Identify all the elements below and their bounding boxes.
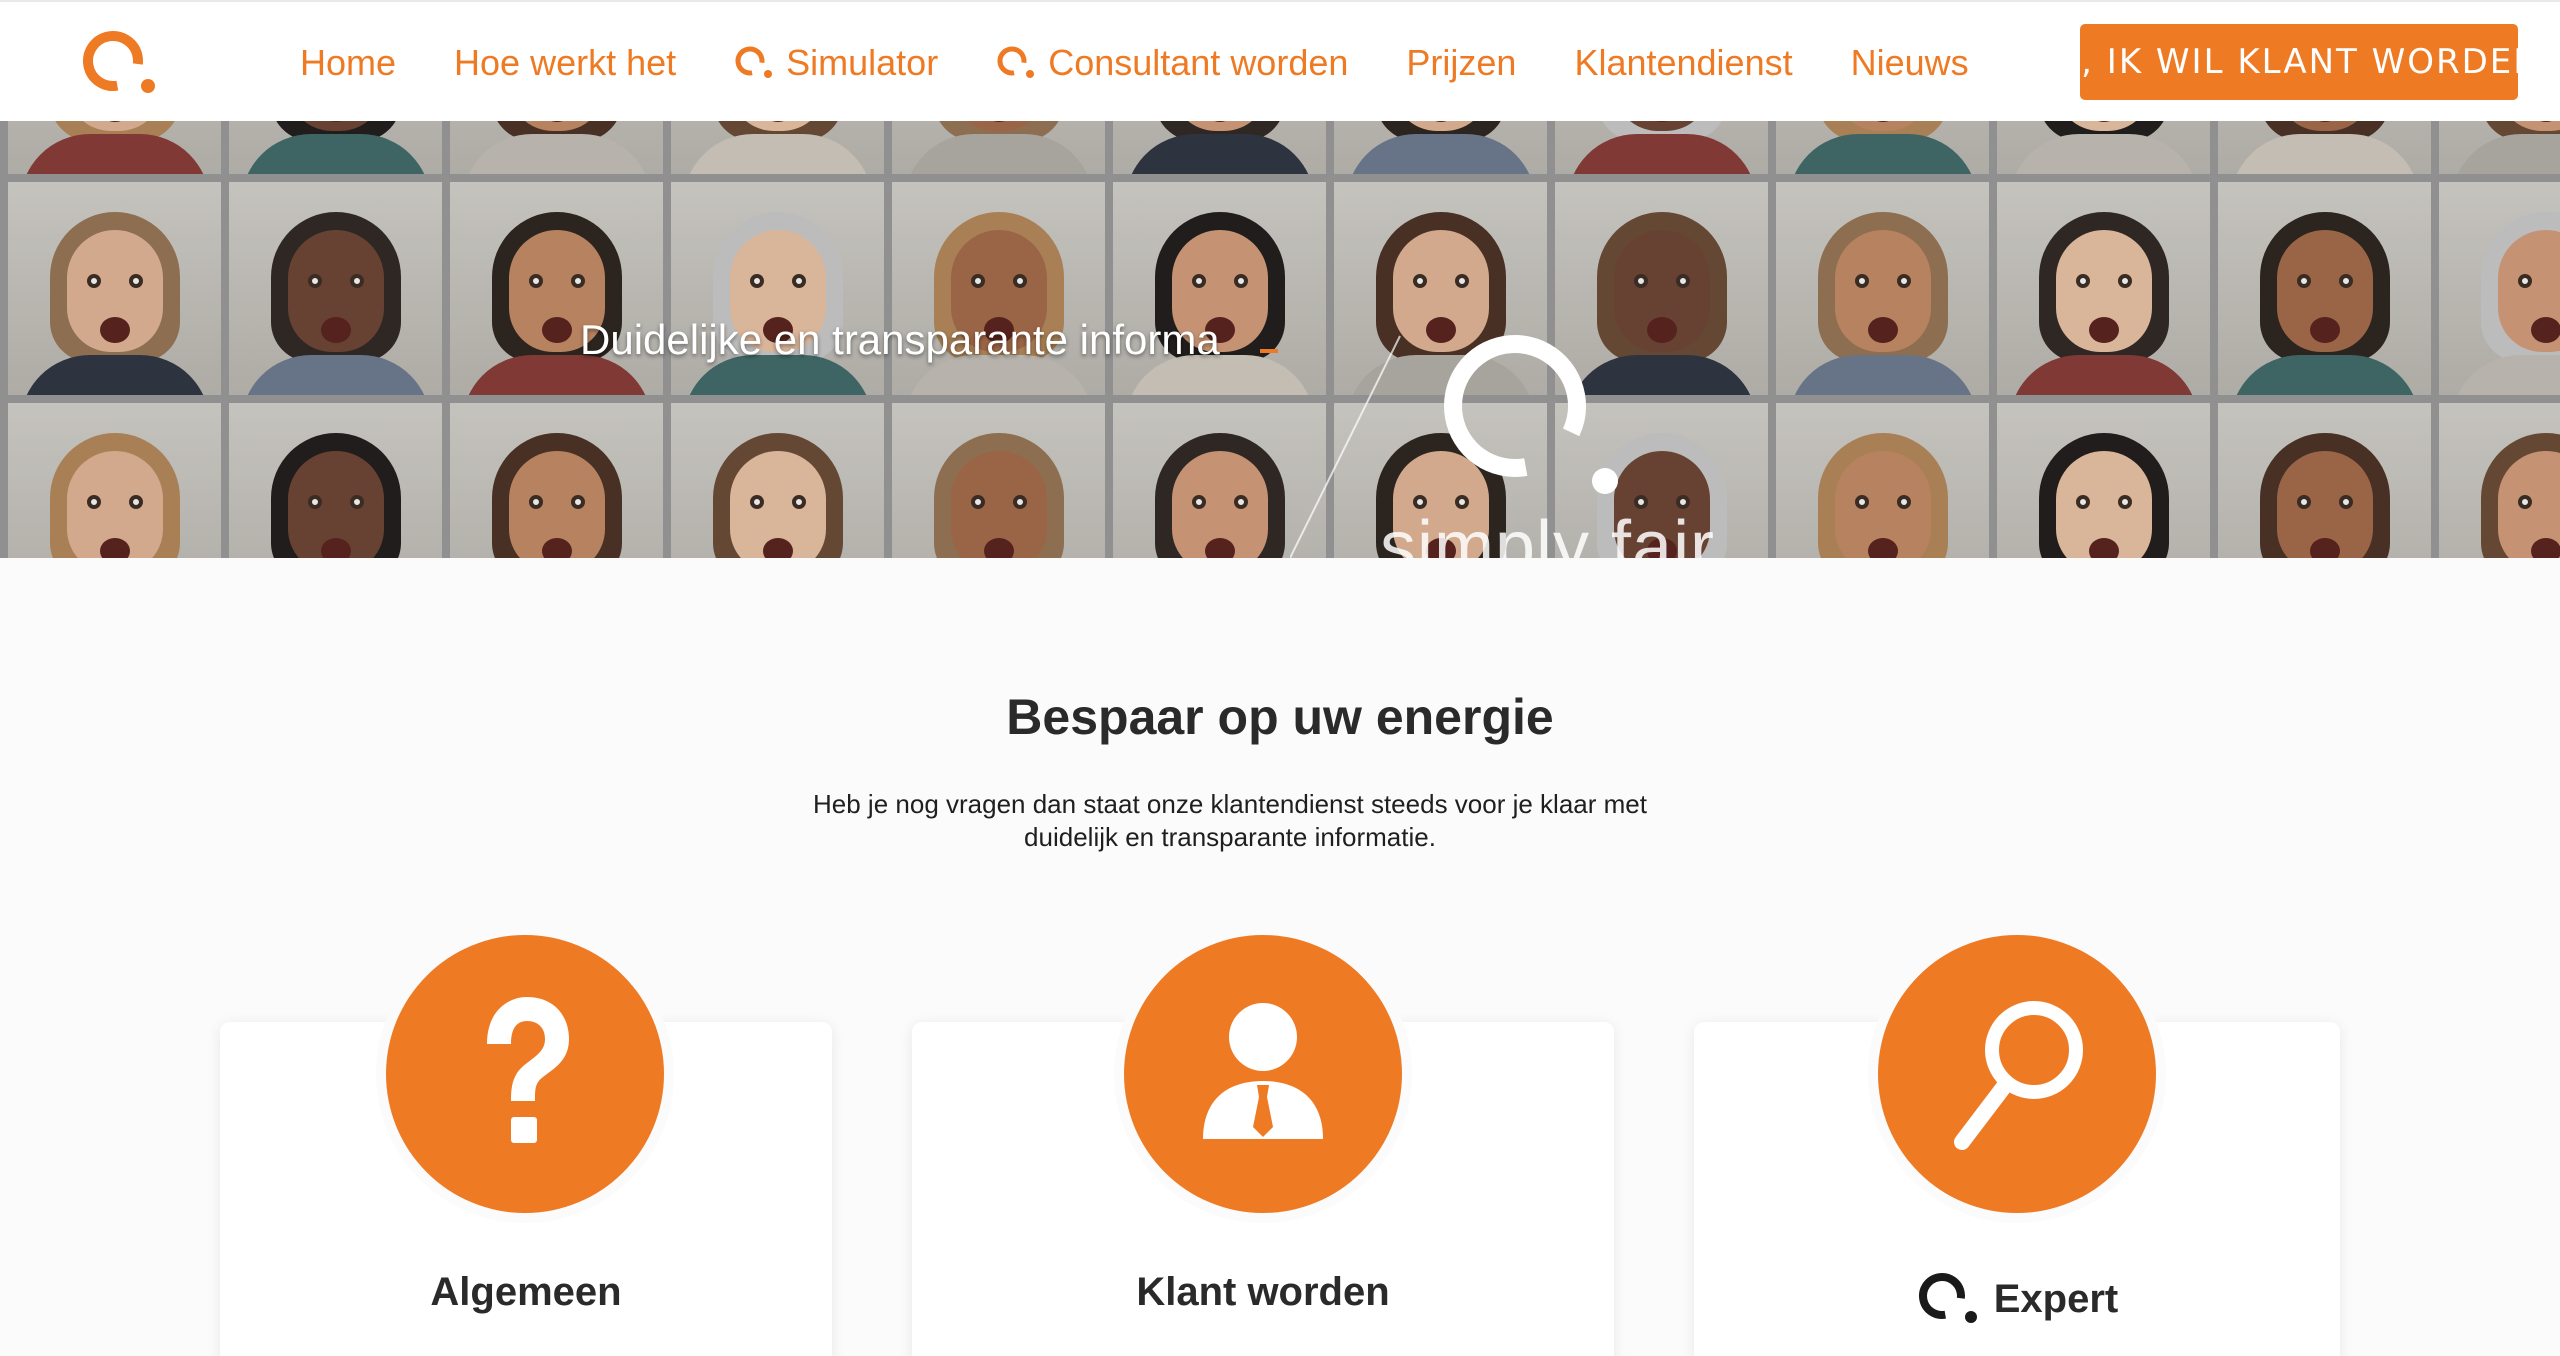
- become-customer-button[interactable]: JA, IK WIL KLANT WORDEN.: [2044, 24, 2552, 100]
- nav-klantendienst-label: Klantendienst: [1574, 41, 1793, 83]
- card-klant-worden-circle[interactable]: [1124, 935, 1402, 1213]
- typing-cursor: [1260, 349, 1278, 353]
- card-expert-circle[interactable]: [1878, 935, 2156, 1213]
- nav-consultant-worden-label: Consultant worden: [1048, 41, 1349, 83]
- nav-prijzen-label: Prijzen: [1406, 41, 1517, 83]
- nav-nieuws-label: Nieuws: [1850, 41, 1969, 83]
- hero-overlay: [0, 121, 2560, 558]
- page-subtitle: Heb je nog vragen dan staat onze klanten…: [813, 789, 1647, 852]
- nav-consultant-worden[interactable]: Consultant worden: [996, 42, 1348, 84]
- page-title: Bespaar op uw energie: [1006, 689, 1554, 745]
- card-expert-title: Expert: [1694, 1270, 2340, 1328]
- nav-hoe-werkt-het-label: Hoe werkt het: [454, 41, 677, 83]
- main-nav: Home Hoe werkt het Simulator Consultant …: [300, 2, 2027, 123]
- nav-home-label: Home: [300, 41, 397, 83]
- card-expert-label: Expert: [1993, 1276, 2119, 1321]
- brand-logo[interactable]: [80, 28, 160, 98]
- person-icon: [1203, 1003, 1323, 1139]
- brand-q-icon: [735, 46, 773, 78]
- nav-simulator[interactable]: Simulator: [734, 42, 938, 84]
- brand-q-icon: [1918, 1273, 1977, 1323]
- nav-prijzen[interactable]: Prijzen: [1406, 42, 1516, 84]
- question-mark-icon: [487, 997, 569, 1143]
- brand-q-icon: [997, 46, 1035, 78]
- card-algemeen-circle[interactable]: [386, 935, 664, 1213]
- nav-nieuws[interactable]: Nieuws: [1851, 42, 1969, 84]
- hero-banner: Duidelijke en transparante informa simpl…: [0, 121, 2560, 558]
- magnifier-icon: [1954, 1001, 2083, 1150]
- card-klant-worden-title: Klant worden: [1136, 1270, 1390, 1314]
- nav-hoe-werkt-het[interactable]: Hoe werkt het: [454, 42, 676, 84]
- nav-simulator-label: Simulator: [786, 41, 939, 83]
- hero-slogan: simply fair: [1380, 507, 1716, 558]
- hero-tagline: Duidelijke en transparante informa: [580, 316, 1220, 363]
- site-header: Home Hoe werkt het Simulator Consultant …: [0, 0, 2560, 121]
- nav-klantendienst[interactable]: Klantendienst: [1574, 42, 1792, 84]
- card-algemeen-title: Algemeen: [430, 1270, 622, 1314]
- nav-home[interactable]: Home: [300, 42, 396, 84]
